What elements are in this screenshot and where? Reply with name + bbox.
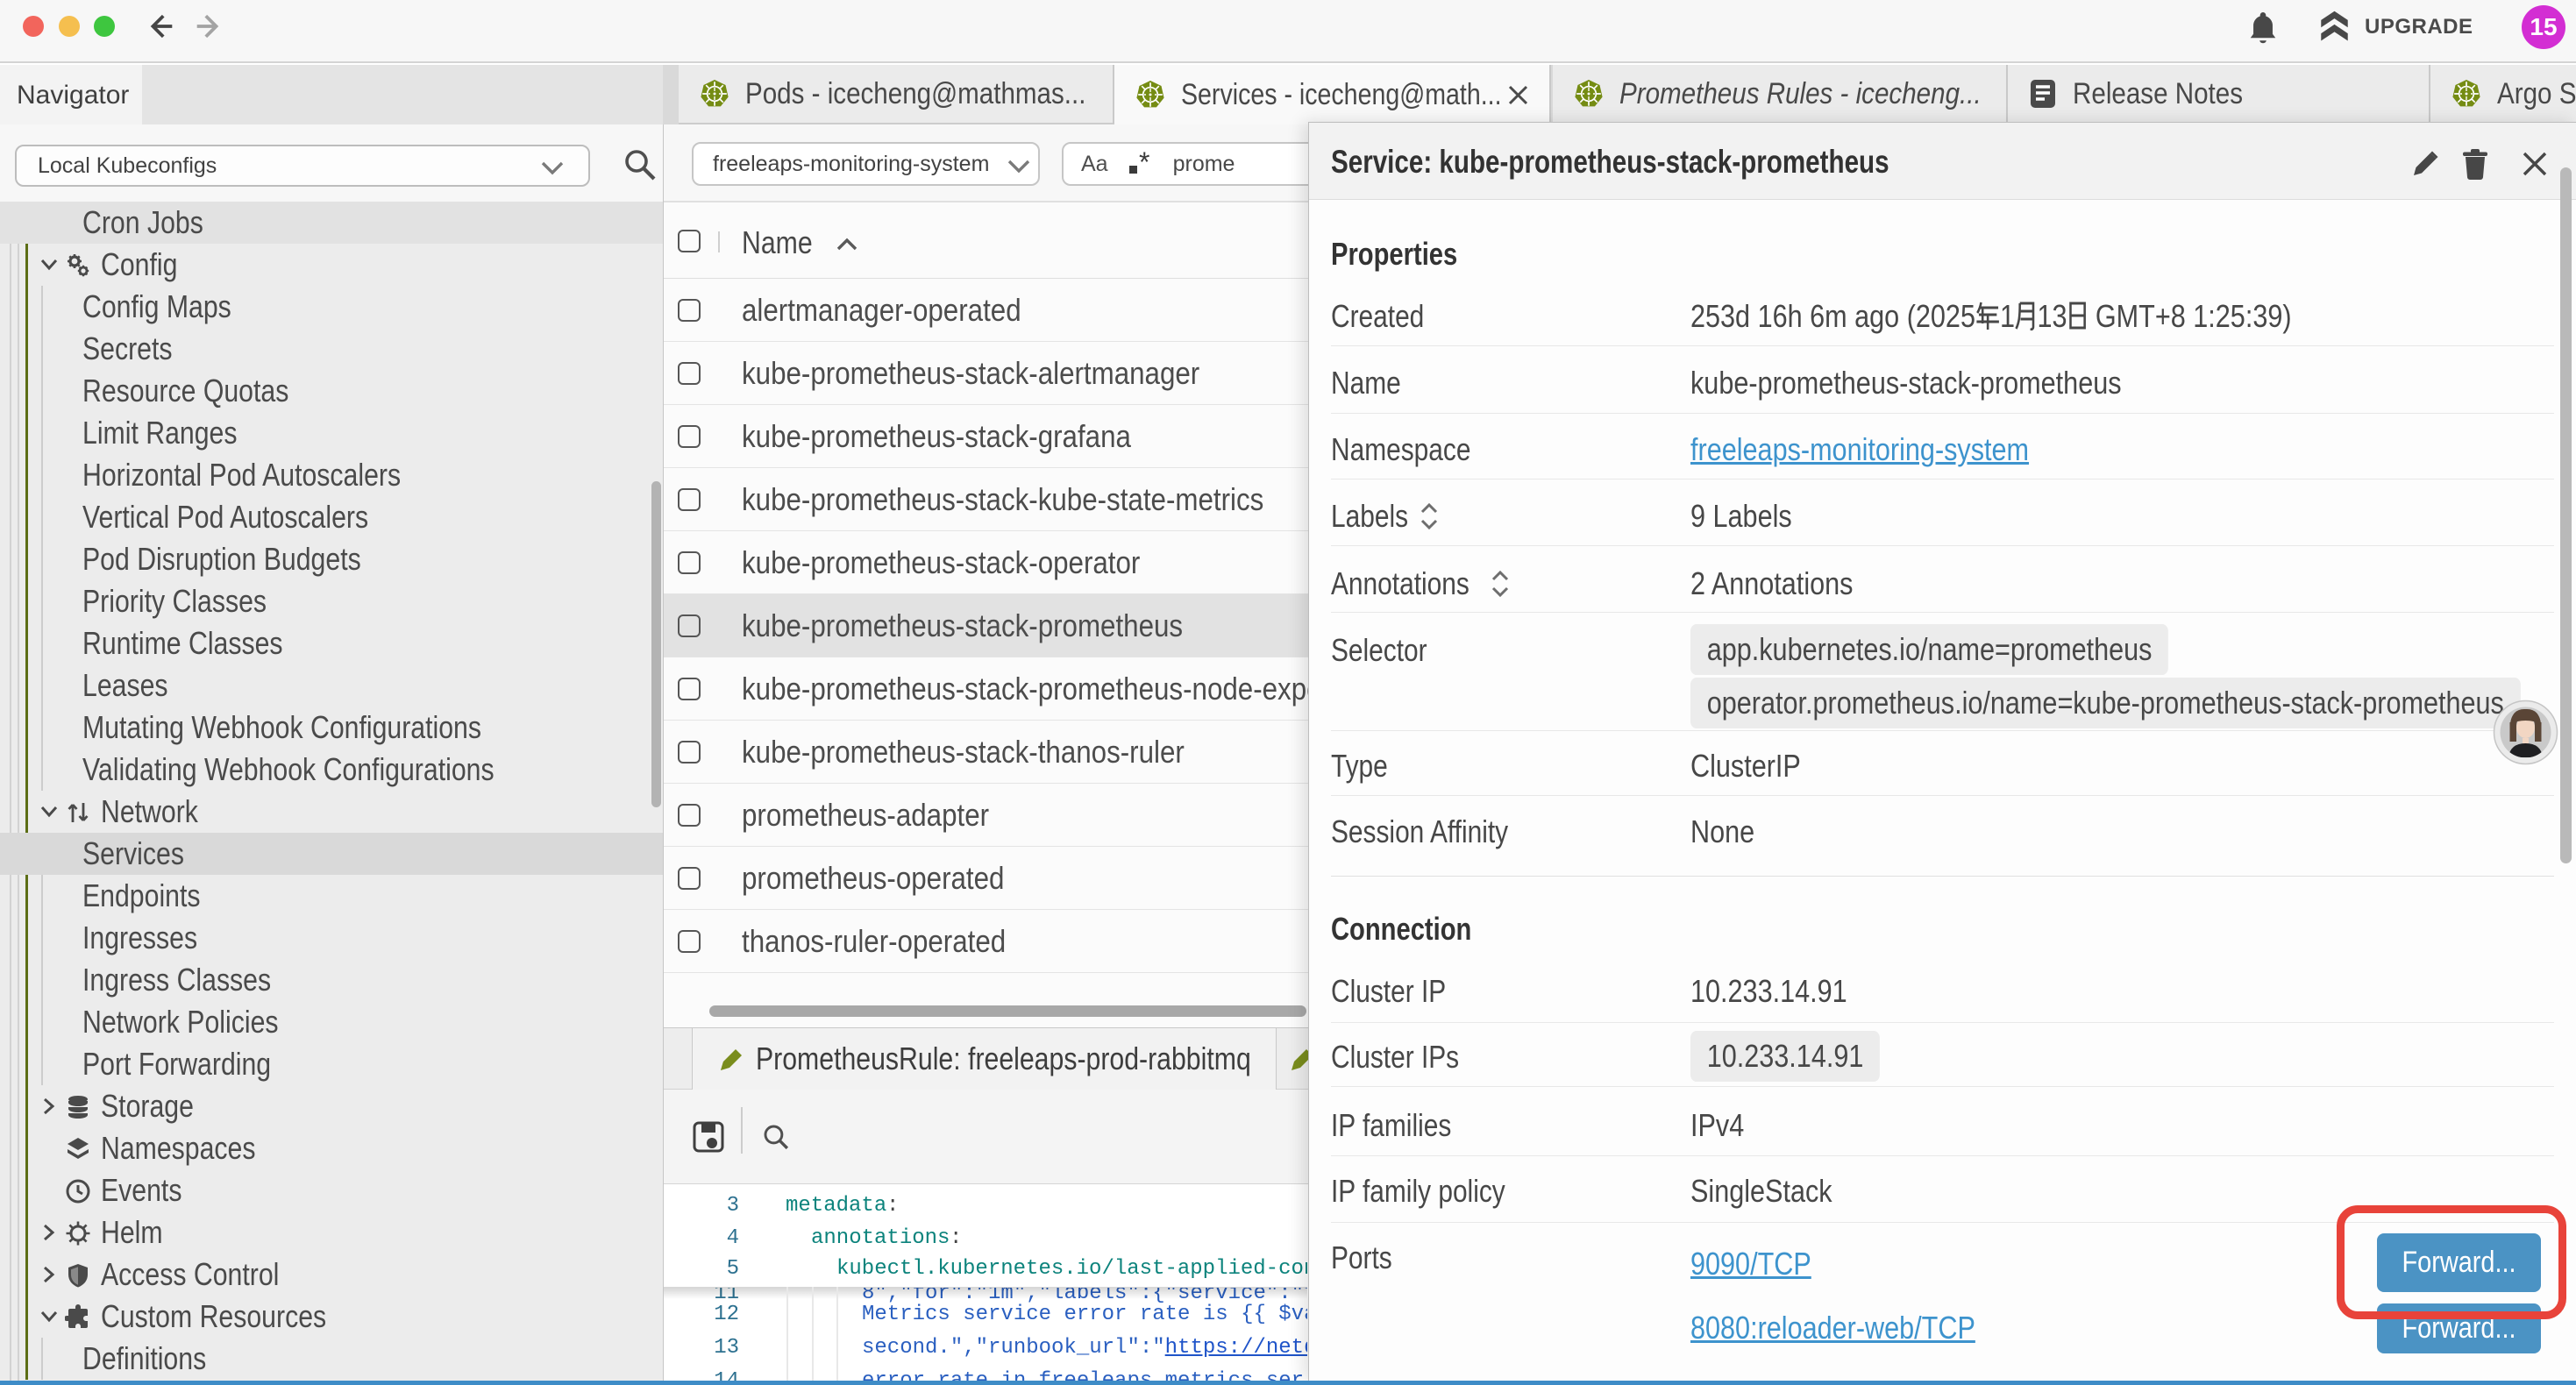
svg-text:*: * <box>1139 151 1149 177</box>
